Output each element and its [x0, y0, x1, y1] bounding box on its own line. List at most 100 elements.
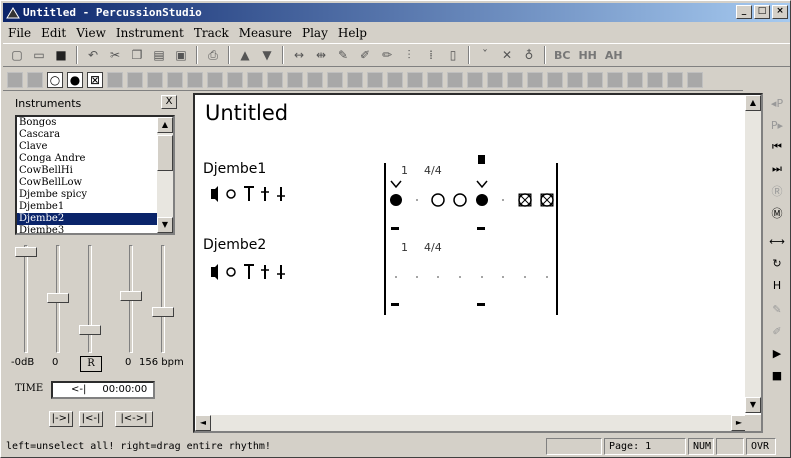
palette-slot[interactable] [527, 71, 543, 88]
next-page-icon[interactable]: P▸ [767, 115, 787, 135]
ah-button[interactable]: AH [602, 49, 626, 62]
print-icon[interactable]: ⎙ [203, 45, 223, 65]
play-icon[interactable]: ▶ [767, 343, 787, 363]
open-folder-icon[interactable]: ▭ [29, 45, 49, 65]
edit-note-icon[interactable]: ✎ [333, 45, 353, 65]
palette-slot[interactable] [267, 71, 283, 88]
scroll-thumb[interactable] [157, 135, 173, 171]
paste-icon[interactable]: ▤ [149, 45, 169, 65]
bar-box-icon[interactable]: ▯ [443, 45, 463, 65]
palette-slot[interactable] [307, 71, 323, 88]
closed-note-icon[interactable] [476, 194, 488, 206]
new-file-icon[interactable]: ▢ [7, 45, 27, 65]
palette-slot[interactable] [327, 71, 343, 88]
menu-help[interactable]: Help [333, 24, 372, 42]
palette-slot[interactable] [227, 71, 243, 88]
scroll-up-icon[interactable]: ▲ [157, 117, 173, 133]
track-tools-icon[interactable] [209, 263, 294, 281]
palette-slot[interactable] [367, 71, 383, 88]
palette-slot[interactable] [247, 71, 263, 88]
scroll-down-icon[interactable]: ▼ [157, 217, 173, 233]
muted-note-icon[interactable]: ⊠ [87, 71, 103, 88]
slider-knob[interactable] [47, 293, 69, 303]
goto-start-button[interactable]: |<-| [79, 411, 103, 427]
menu-instrument[interactable]: Instrument [111, 24, 189, 42]
volume-slider[interactable] [15, 245, 37, 353]
palette-slot[interactable] [647, 71, 663, 88]
prev-page-icon[interactable]: ◂P [767, 93, 787, 113]
menu-view[interactable]: View [71, 24, 111, 42]
list-item[interactable]: Djembe1 [17, 201, 173, 213]
delete-note-icon[interactable]: ✕ [497, 45, 517, 65]
palette-slot[interactable] [687, 71, 703, 88]
level-slider[interactable] [79, 245, 101, 353]
menu-measure[interactable]: Measure [234, 24, 297, 42]
track-tools-icon[interactable] [209, 185, 294, 203]
palette-slot[interactable] [387, 71, 403, 88]
muted-note-icon[interactable] [518, 193, 532, 207]
menu-track[interactable]: Track [189, 24, 234, 42]
palette-slot[interactable] [567, 71, 583, 88]
scroll-left-icon[interactable]: ◄ [195, 415, 211, 431]
slider-knob[interactable] [79, 325, 101, 335]
palette-slot[interactable] [407, 71, 423, 88]
closed-note-icon[interactable] [390, 194, 402, 206]
list-item[interactable]: Bongos [17, 117, 173, 129]
paste-special-icon[interactable]: ▣ [171, 45, 191, 65]
undo-icon[interactable]: ↶ [83, 45, 103, 65]
palette-slot[interactable] [7, 71, 23, 88]
flam-icon[interactable]: ♁ [519, 45, 539, 65]
cut-icon[interactable]: ✂ [105, 45, 125, 65]
menu-play[interactable]: Play [297, 24, 333, 42]
list-item[interactable]: Clave [17, 141, 173, 153]
marker-icon[interactable]: ✐ [767, 321, 787, 341]
hold-icon[interactable]: H [767, 275, 787, 295]
bar-left-icon[interactable]: ⫶ [399, 45, 419, 65]
maximize-button[interactable]: □ [754, 5, 770, 19]
bc-button[interactable]: BC [551, 49, 573, 62]
palette-slot[interactable] [127, 71, 143, 88]
menu-edit[interactable]: Edit [36, 24, 71, 42]
copy-icon[interactable]: ❐ [127, 45, 147, 65]
palette-slot[interactable] [287, 71, 303, 88]
stop-icon[interactable]: ■ [767, 365, 787, 385]
menu-file[interactable]: File [3, 24, 36, 42]
reset-button[interactable]: R [80, 356, 102, 372]
palette-slot[interactable] [427, 71, 443, 88]
loop-button[interactable]: |<->| [115, 411, 153, 427]
open-note-icon[interactable] [453, 193, 467, 207]
palette-slot[interactable] [487, 71, 503, 88]
tempo-slider[interactable] [152, 245, 174, 353]
repeat-icon[interactable]: Ⓡ [767, 181, 787, 201]
palette-slot[interactable] [627, 71, 643, 88]
palette-slot[interactable] [467, 71, 483, 88]
list-item-selected[interactable]: Djembe2 [17, 213, 173, 225]
palette-slot[interactable] [107, 71, 123, 88]
measure-notation[interactable] [381, 155, 571, 320]
palette-slot[interactable] [607, 71, 623, 88]
list-item[interactable]: Djembe3 [17, 225, 173, 233]
balance-slider[interactable] [120, 245, 142, 353]
slider-knob[interactable] [152, 307, 174, 317]
palette-slot[interactable] [587, 71, 603, 88]
palette-slot[interactable] [347, 71, 363, 88]
close-panel-button[interactable]: X [161, 95, 177, 109]
scroll-down-icon[interactable]: ▼ [745, 397, 761, 413]
scroll-up-icon[interactable]: ▲ [745, 95, 761, 111]
palette-slot[interactable] [167, 71, 183, 88]
instrument-list[interactable]: Bongos Cascara Clave Conga Andre CowBell… [15, 115, 175, 235]
first-icon[interactable]: ⏮ [767, 137, 787, 157]
last-icon[interactable]: ⏭ [767, 159, 787, 179]
open-note-icon[interactable]: ○ [47, 71, 63, 88]
closed-note-icon[interactable]: ● [67, 71, 83, 88]
brush-icon[interactable]: ✎ [767, 299, 787, 319]
loop-icon[interactable]: ↻ [767, 253, 787, 273]
stretch-icon[interactable]: ↔ [289, 45, 309, 65]
list-scrollbar[interactable]: ▲ ▼ [157, 117, 173, 233]
palette-slot[interactable] [27, 71, 43, 88]
list-item[interactable]: CowBellHi [17, 165, 173, 177]
arrow-up-icon[interactable]: ▲ [235, 45, 255, 65]
fit-width-icon[interactable]: ⟷ [767, 231, 787, 251]
insert-note-icon[interactable]: ✏ [377, 45, 397, 65]
edit-notes-icon[interactable]: ✐ [355, 45, 375, 65]
